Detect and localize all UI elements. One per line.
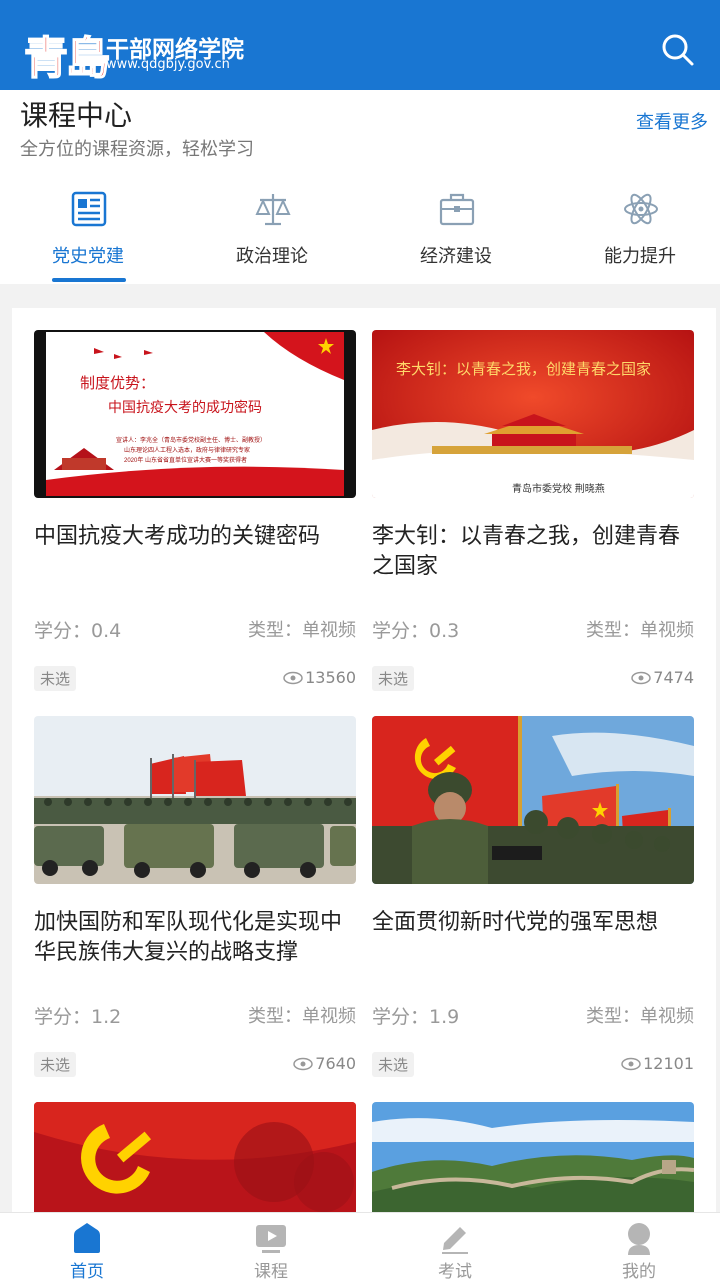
category-label: 政治理论 <box>236 246 308 267</box>
category-label: 能力提升 <box>604 246 676 267</box>
category-tab-political-theory[interactable]: 政治理论 <box>202 188 342 284</box>
category-label: 党史党建 <box>52 246 124 267</box>
course-thumbnail[interactable]: 李大钊：以青春之我，创建青春之国家 青岛市委党校 荆晓燕 <box>372 330 694 498</box>
view-count: 7474 <box>631 668 694 687</box>
course-type: 类型：单视频 <box>586 1006 694 1027</box>
tab-exam[interactable]: 考试 <box>395 1213 515 1280</box>
section-title: 课程中心 <box>20 99 133 132</box>
category-tab-economy[interactable]: 经济建设 <box>386 188 526 284</box>
course-title[interactable]: 全面贯彻新时代党的强军思想 <box>372 908 694 938</box>
tab-label: 考试 <box>438 1262 472 1280</box>
course-credit: 学分：0.4 <box>34 620 122 642</box>
play-icon <box>256 1225 286 1253</box>
course-type: 类型：单视频 <box>586 620 694 641</box>
selection-status-badge: 未选 <box>372 666 415 691</box>
view-count-value: 13560 <box>305 668 356 687</box>
view-count-value: 12101 <box>643 1054 694 1073</box>
course-thumbnail-image <box>34 716 356 884</box>
course-thumbnail-image: 制度优势： 中国抗疫大考的成功密码 宣讲人：李兆全（青岛市委党校副主任、博士、副… <box>34 330 356 498</box>
briefcase-icon <box>439 193 475 226</box>
eye-icon <box>631 671 652 684</box>
course-credit: 学分：1.2 <box>34 1006 122 1028</box>
tab-label: 我的 <box>622 1262 656 1280</box>
view-count: 13560 <box>283 668 356 687</box>
course-thumbnail[interactable] <box>372 716 694 884</box>
course-thumbnail[interactable] <box>34 1102 356 1212</box>
tab-label: 首页 <box>70 1262 104 1280</box>
course-credit: 学分：1.9 <box>372 1006 460 1028</box>
course-type: 类型：单视频 <box>248 620 356 641</box>
course-thumbnail[interactable] <box>372 1102 694 1212</box>
course-title[interactable]: 加快国防和军队现代化是实现中华民族伟大复兴的战略支撑 <box>34 908 356 968</box>
course-title[interactable]: 中国抗疫大考成功的关键密码 <box>34 522 356 552</box>
course-list: 制度优势： 中国抗疫大考的成功密码 宣讲人：李兆全（青岛市委党校副主任、博士、副… <box>12 308 716 1212</box>
course-thumbnail-image <box>372 716 694 884</box>
thumb-heading: 制度优势： <box>80 375 155 392</box>
course-thumbnail-image <box>34 1102 356 1212</box>
eye-icon <box>283 671 303 684</box>
bottom-tab-bar: 首页 课程 考试 我的 <box>0 1212 720 1280</box>
section-subtitle: 全方位的课程资源，轻松学习 <box>20 139 254 160</box>
logo-url: www.qdgbjy.gov.cn <box>106 57 230 72</box>
view-count-value: 7640 <box>315 1054 356 1073</box>
see-more-link[interactable]: 查看更多 <box>636 108 708 134</box>
document-icon <box>71 191 107 227</box>
selection-status-badge: 未选 <box>372 1052 415 1077</box>
view-count: 12101 <box>621 1054 694 1073</box>
thumb-speaker-3: 2020年 山东省省直单位宣讲大赛一等奖获得者 <box>124 456 247 464</box>
category-tab-party-history[interactable]: 党史党建 <box>18 188 158 284</box>
view-count-value: 7474 <box>653 668 694 687</box>
course-center-section: 课程中心 全方位的课程资源，轻松学习 查看更多 党史党建 政治理论 经济建设 能… <box>0 90 720 284</box>
thumb-subheading: 中国抗疫大考的成功密码 <box>108 399 262 415</box>
category-tabs: 党史党建 政治理论 经济建设 能力提升 <box>0 188 720 284</box>
course-type: 类型：单视频 <box>248 1006 356 1027</box>
view-count: 7640 <box>293 1054 356 1073</box>
home-icon <box>74 1223 100 1253</box>
user-icon <box>628 1223 650 1255</box>
app-header: 青島 干部网络学院 www.qdgbjy.gov.cn <box>0 0 720 90</box>
search-icon <box>662 34 694 66</box>
course-title[interactable]: 李大钊：以青春之我，创建青春之国家 <box>372 522 694 582</box>
selection-status-badge: 未选 <box>34 666 77 691</box>
course-thumbnail-image: 李大钊：以青春之我，创建青春之国家 青岛市委党校 荆晓燕 <box>372 330 694 498</box>
thumb-heading: 李大钊：以青春之我，创建青春之国家 <box>396 361 651 378</box>
eye-icon <box>621 1057 641 1070</box>
course-thumbnail-image <box>372 1102 694 1212</box>
search-button[interactable] <box>658 30 698 70</box>
balance-scale-icon <box>255 194 291 226</box>
category-label: 经济建设 <box>420 246 492 267</box>
eye-icon <box>293 1057 314 1070</box>
thumb-footer: 青岛市委党校 荆晓燕 <box>512 482 605 495</box>
tab-label: 课程 <box>254 1262 288 1280</box>
thumb-speaker-1: 宣讲人：李兆全（青岛市委党校副主任、博士、副教授） <box>116 436 266 444</box>
course-thumbnail[interactable]: 制度优势： 中国抗疫大考的成功密码 宣讲人：李兆全（青岛市委党校副主任、博士、副… <box>34 330 356 498</box>
course-thumbnail[interactable] <box>34 716 356 884</box>
logo-calligraphy: 青島 <box>23 32 111 85</box>
tab-home[interactable]: 首页 <box>27 1213 147 1280</box>
category-tab-ability[interactable]: 能力提升 <box>570 188 710 284</box>
active-tab-indicator <box>52 278 126 282</box>
course-credit: 学分：0.3 <box>372 620 460 642</box>
pencil-icon <box>442 1227 468 1254</box>
tab-courses[interactable]: 课程 <box>211 1213 331 1280</box>
tab-profile[interactable]: 我的 <box>579 1213 699 1280</box>
selection-status-badge: 未选 <box>34 1052 77 1077</box>
thumb-speaker-2: 山东理论四人工程入选本，政府与律律研究专家 <box>124 446 250 454</box>
atom-icon <box>624 193 658 225</box>
